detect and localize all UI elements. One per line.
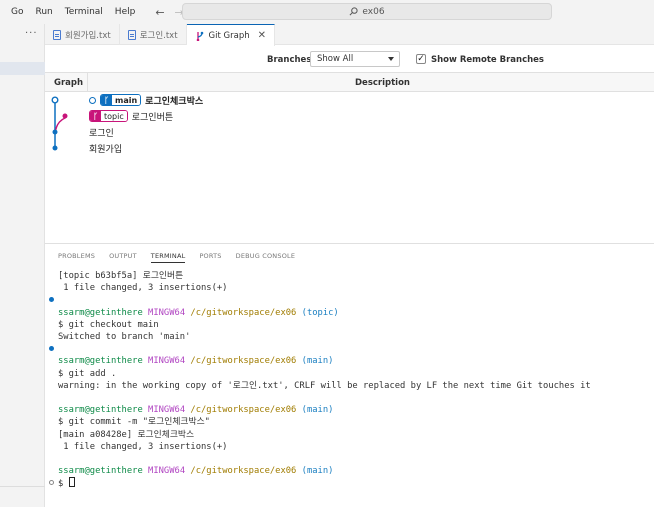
- tab-signup-txt[interactable]: 회원가입.txt: [45, 24, 120, 45]
- branch-ref-label: topic: [101, 111, 127, 121]
- show-remote-branches-label: Show Remote Branches: [431, 55, 544, 65]
- branch-ref-topic[interactable]: ᚴ topic: [89, 110, 128, 122]
- tab-label: Git Graph: [208, 30, 250, 41]
- commit-row[interactable]: ᚴ main 로그인체크박스: [89, 93, 203, 107]
- column-divider[interactable]: [87, 73, 88, 92]
- search-icon: [349, 7, 359, 16]
- commit-table-header: Graph Description: [45, 72, 654, 92]
- terminal-prompt: ssarm@getinthere MINGW64 /c/gitworkspace…: [58, 466, 334, 477]
- commit-node[interactable]: [52, 129, 58, 135]
- sidebar-selected-item[interactable]: [0, 62, 45, 75]
- branches-dropdown-value: Show All: [317, 54, 354, 64]
- column-description: Description: [355, 78, 410, 88]
- terminal-prompt: ssarm@getinthere MINGW64 /c/gitworkspace…: [58, 307, 339, 318]
- terminal-command: $: [58, 479, 69, 490]
- panel-tabs: PROBLEMS OUTPUT TERMINAL PORTS DEBUG CON…: [58, 252, 295, 263]
- menu-go[interactable]: Go: [5, 7, 29, 17]
- back-arrow-icon[interactable]: ←: [155, 6, 164, 19]
- git-graph-controls: Branches: Show All ✓ Show Remote Branche…: [45, 46, 654, 72]
- search-text: ex06: [362, 6, 385, 17]
- terminal-command: $ git add .: [58, 368, 117, 379]
- tab-git-graph[interactable]: Git Graph ✕: [186, 24, 275, 46]
- branch-ref-label: main: [112, 95, 141, 105]
- branch-ref-main[interactable]: ᚴ main: [100, 94, 142, 106]
- commit-row[interactable]: 로그인: [89, 125, 114, 139]
- terminal-command: $ git commit -m "로그인체크박스": [58, 417, 210, 428]
- commit-message: 로그인체크박스: [145, 96, 204, 107]
- commit-row[interactable]: ᚴ topic 로그인버튼: [89, 109, 173, 123]
- commit-node-main[interactable]: [51, 96, 59, 104]
- text-file-icon: [53, 29, 61, 40]
- close-icon[interactable]: ✕: [258, 30, 266, 41]
- command-center-search[interactable]: ex06: [182, 3, 552, 20]
- menu-terminal[interactable]: Terminal: [59, 7, 109, 17]
- bottom-panel: PROBLEMS OUTPUT TERMINAL PORTS DEBUG CON…: [45, 243, 654, 507]
- commit-node-topic[interactable]: [62, 113, 68, 119]
- tab-label: 로그인.txt: [139, 30, 178, 41]
- tab-output[interactable]: OUTPUT: [109, 252, 137, 263]
- text-file-icon: [127, 29, 136, 40]
- command-status-icon[interactable]: [49, 346, 54, 352]
- sidebar: ···: [0, 24, 45, 507]
- terminal-line: 1 file changed, 3 insertions(+): [58, 283, 228, 294]
- nav-buttons: ← →: [155, 6, 183, 19]
- commit-message: 회원가입: [89, 144, 123, 155]
- tab-ports[interactable]: PORTS: [199, 252, 221, 263]
- branches-dropdown[interactable]: Show All: [310, 51, 400, 67]
- terminal-prompt: ssarm@getinthere MINGW64 /c/gitworkspace…: [58, 356, 334, 367]
- command-status-icon[interactable]: [49, 297, 54, 303]
- menu-bar: Go Run Terminal Help: [0, 7, 141, 17]
- tab-debug-console[interactable]: DEBUG CONSOLE: [236, 252, 296, 263]
- tab-problems[interactable]: PROBLEMS: [58, 252, 95, 263]
- show-remote-branches-checkbox[interactable]: ✓: [416, 54, 426, 64]
- menu-run[interactable]: Run: [29, 7, 58, 17]
- command-status-icon: [49, 480, 54, 486]
- branch-icon: ᚴ: [90, 111, 101, 121]
- head-indicator-icon: [89, 96, 96, 104]
- terminal-command: $ git checkout main: [58, 319, 159, 330]
- terminal-line: Switched to branch 'main': [58, 332, 191, 343]
- tab-label: 회원가입.txt: [65, 30, 111, 41]
- title-bar: Go Run Terminal Help ← → ex06: [0, 0, 654, 24]
- sidebar-divider: [0, 486, 45, 487]
- terminal-cursor: [68, 477, 75, 488]
- terminal-prompt: ssarm@getinthere MINGW64 /c/gitworkspace…: [58, 405, 334, 416]
- git-graph-icon: [196, 31, 203, 41]
- branch-icon: ᚴ: [101, 95, 112, 105]
- tab-terminal[interactable]: TERMINAL: [150, 252, 186, 263]
- tab-login-txt[interactable]: 로그인.txt: [120, 24, 187, 45]
- commit-graph: [51, 96, 68, 151]
- commit-message: 로그인버튼: [131, 112, 174, 123]
- more-actions-icon[interactable]: ···: [25, 28, 38, 39]
- column-graph: Graph: [54, 78, 84, 88]
- terminal-line: 1 file changed, 3 insertions(+): [58, 441, 228, 452]
- terminal-line: [main a08428e] 로그인체크박스: [58, 429, 195, 440]
- terminal-output[interactable]: [topic b63bf5a] 로그인버튼 1 file changed, 3 …: [49, 270, 591, 491]
- chevron-down-icon: [388, 57, 394, 61]
- terminal-input-line[interactable]: $: [49, 477, 591, 490]
- terminal-line: warning: in the working copy of '로그인.txt…: [58, 380, 591, 391]
- terminal-line: [topic b63bf5a] 로그인버튼: [58, 271, 184, 281]
- commit-row[interactable]: 회원가입: [89, 141, 122, 155]
- branches-label: Branches:: [267, 55, 315, 65]
- commit-node[interactable]: [52, 145, 58, 151]
- commit-message: 로그인: [89, 128, 114, 139]
- editor-tabs: 회원가입.txt 로그인.txt Git Graph ✕: [45, 24, 654, 46]
- menu-help[interactable]: Help: [109, 7, 142, 17]
